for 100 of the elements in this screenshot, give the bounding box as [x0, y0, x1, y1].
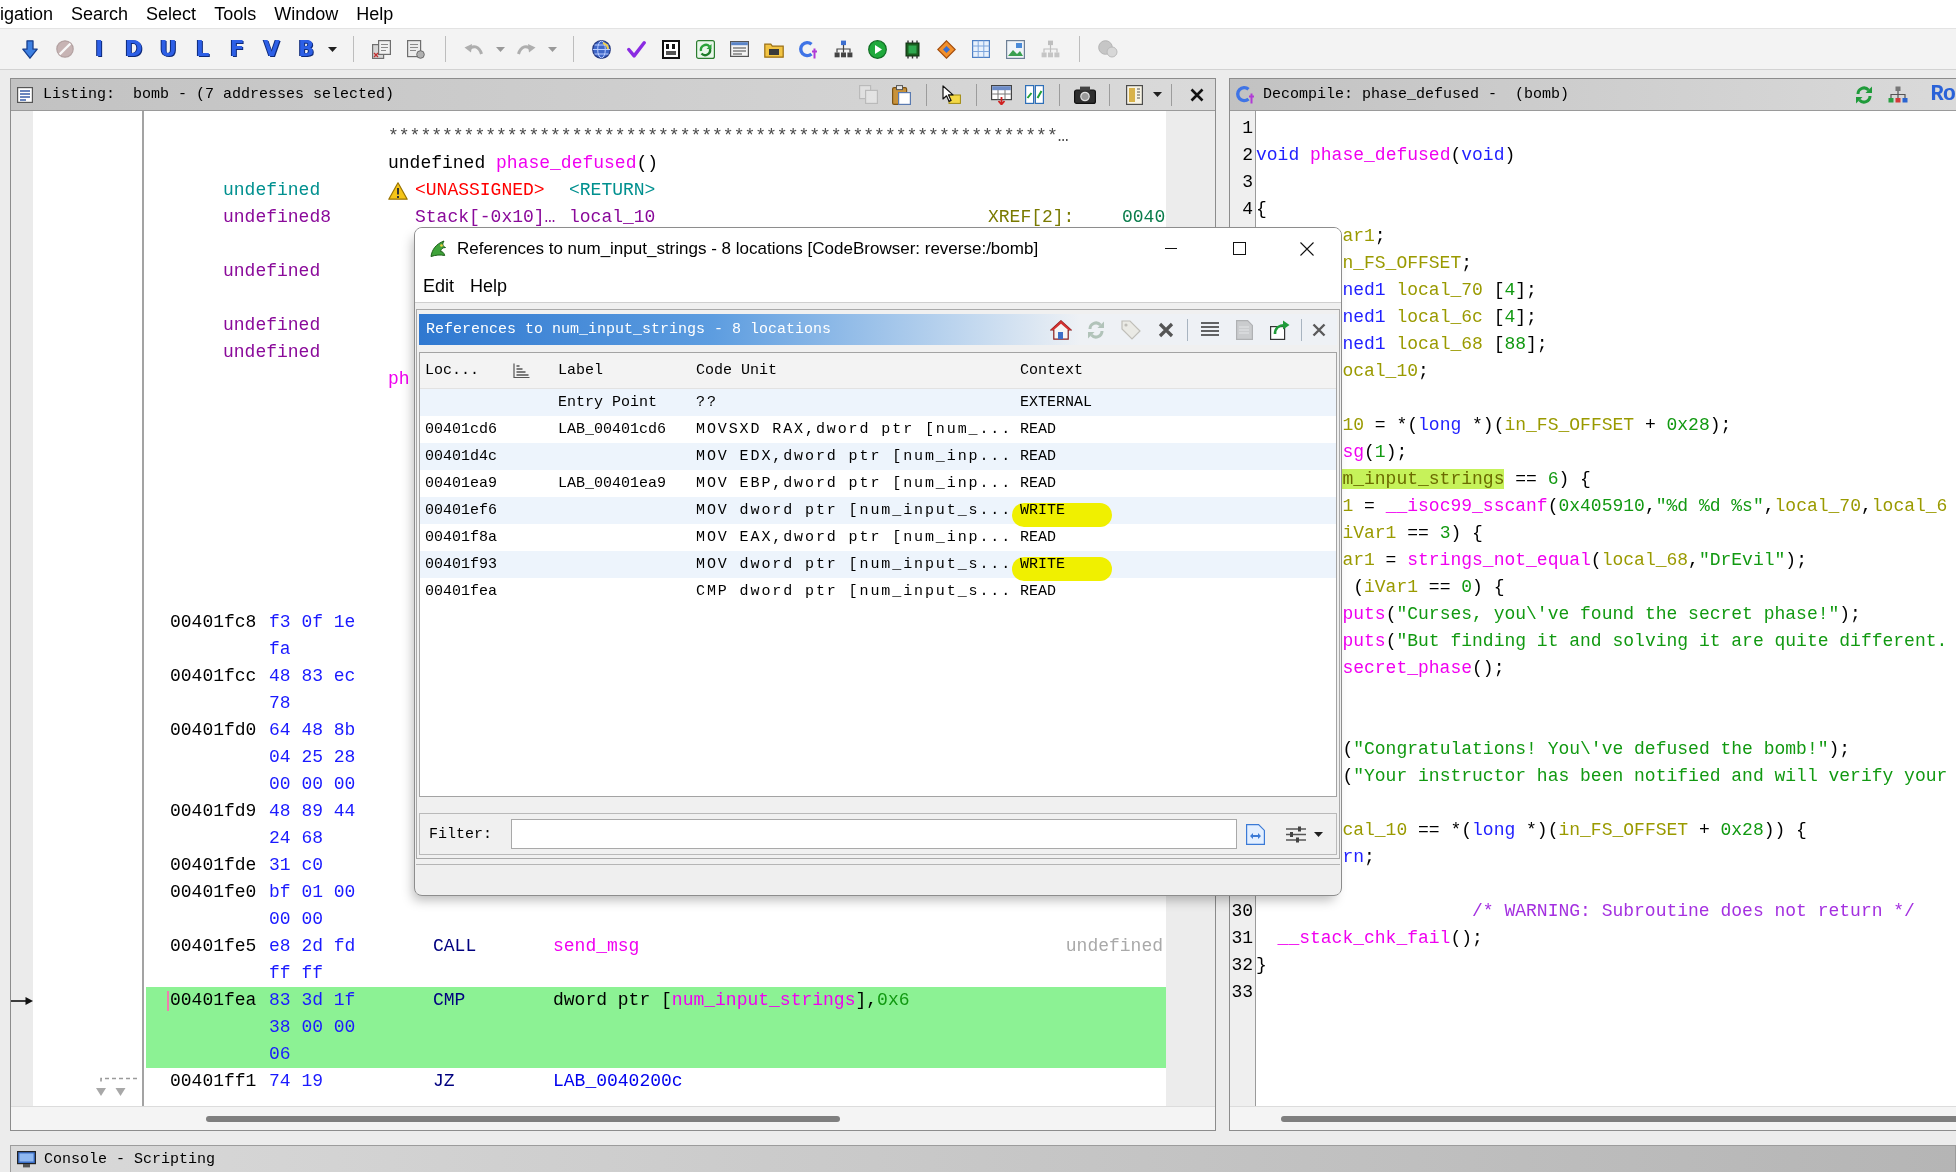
code-line: ned1 local_68 [88];: [1342, 333, 1548, 356]
panel-title: References to num_input_strings - 8 locations: [426, 321, 832, 338]
column-header[interactable]: Context: [1020, 362, 1083, 379]
code-line: {: [1256, 198, 1267, 221]
recycle-icon: [695, 39, 715, 59]
function-signature: undefined phase_defused(): [388, 152, 659, 175]
context-cell: READ: [1020, 529, 1056, 546]
byte-values: e8 2d fd: [269, 935, 356, 958]
address: 00401fd0: [170, 719, 257, 742]
code-line: cal_10 == *(long *)(in_FS_OFFSET + 0x28)) {: [1342, 819, 1807, 842]
context-cell: WRITE: [1020, 556, 1065, 573]
menu-item[interactable]: Search: [62, 1, 138, 27]
toolbar-button[interactable]: D: [116, 33, 151, 65]
mnemonic: JZ: [433, 1070, 455, 1093]
hierarchy-icon: [1887, 86, 1908, 103]
location-cell: 00401f8a: [425, 529, 497, 546]
code-line: }: [1256, 954, 1267, 977]
label-cell: LAB_00401cd6: [558, 421, 667, 438]
code-unit-cell: MOV dword ptr [num_input_s...: [696, 556, 1013, 573]
mnemonic: CALL: [433, 935, 477, 958]
column-header[interactable]: Code Unit: [696, 362, 777, 379]
byte-values: 00 00 00: [269, 773, 356, 796]
menu-item[interactable]: Select: [137, 1, 206, 27]
toolbar-button[interactable]: Ro: [1930, 80, 1955, 109]
scrollbar-thumb[interactable]: [206, 1115, 840, 1122]
table-row[interactable]: 00401d4c MOV EDX,dword ptr [num_inp... READ: [420, 443, 1336, 470]
code-line: void phase_defused(void): [1256, 144, 1516, 167]
menu-item[interactable]: Edit: [415, 272, 463, 299]
code-unit-cell: MOV EDX,dword ptr [num_inp...: [696, 448, 1013, 465]
code-unit-cell: MOV EAX,dword ptr [num_inp...: [696, 529, 1013, 546]
menu-item[interactable]: igation: [0, 1, 63, 27]
scrollbar[interactable]: [1230, 1106, 1956, 1130]
export-icon: [1269, 319, 1290, 340]
table-row[interactable]: 00401ea9 LAB_00401ea9 MOV EBP,dword ptr [num_inp... READ: [420, 470, 1336, 497]
byte-values: 38 00 00: [269, 1016, 356, 1039]
byte-values: f3 0f 1e: [269, 611, 356, 634]
line-number: 32: [1231, 954, 1253, 977]
filter-field[interactable]: [511, 819, 1237, 849]
code-line: ar1 = strings_not_equal(local_68,"DrEvil");: [1342, 549, 1807, 572]
context-cell: READ: [1020, 421, 1056, 438]
code-line: __stack_chk_fail();: [1277, 927, 1483, 950]
toolbar-button[interactable]: I: [82, 33, 117, 65]
byte-values: 78: [269, 692, 291, 715]
table-header-icon: [991, 84, 1012, 105]
toolbar-button[interactable]: B: [289, 33, 324, 65]
toolbar-button[interactable]: U: [151, 33, 186, 65]
location-cell: 00401ef6: [425, 502, 497, 519]
toolbar-button[interactable]: L: [185, 33, 220, 65]
table-row[interactable]: 00401fea CMP dword ptr [num_input_s... READ: [420, 578, 1336, 605]
address: 00401fc8: [170, 611, 257, 634]
table-row[interactable]: 00401f93 MOV dword ptr [num_input_s... WRITE: [420, 551, 1336, 578]
redo-icon: [516, 42, 536, 56]
column-header[interactable]: Label: [558, 362, 603, 379]
address: 00401fde: [170, 854, 257, 877]
context-cell: READ: [1020, 448, 1056, 465]
pages-icon: [372, 39, 392, 59]
code-line: sg(1);: [1342, 441, 1408, 464]
context-cell: READ: [1020, 583, 1056, 600]
menu-item[interactable]: Help: [462, 272, 516, 299]
arc-icon: [1236, 85, 1255, 104]
code-unit-cell: MOV EBP,dword ptr [num_inp...: [696, 475, 1013, 492]
data-type: undefined: [223, 179, 321, 202]
play-icon: [868, 39, 888, 59]
storage-location: <UNASSIGNED>: [415, 179, 545, 202]
menu-item[interactable]: Tools: [205, 1, 266, 27]
code-line: 10 = *(long *)(in_FS_OFFSET + 0x28);: [1342, 414, 1732, 437]
table-row[interactable]: Entry Point ?? EXTERNAL: [420, 389, 1336, 416]
byte-values: ff ff: [269, 962, 323, 985]
table-row[interactable]: 00401ef6 MOV dword ptr [num_input_s... WRITE: [420, 497, 1336, 524]
bubble-icon: [1097, 40, 1118, 58]
cursor-icon: [942, 85, 961, 104]
toolbar-button[interactable]: V: [254, 33, 289, 65]
lines-icon: [1200, 322, 1219, 337]
refresh-icon: [1853, 84, 1874, 105]
location-cell: 00401cd6: [425, 421, 497, 438]
house-icon: [1049, 319, 1072, 340]
byte-values: 64 48 8b: [269, 719, 356, 742]
monitor-icon: [17, 1150, 36, 1168]
operand: LAB_0040200c: [553, 1070, 683, 1093]
undo-icon: [464, 42, 484, 56]
table-row[interactable]: 00401cd6 LAB_00401cd6 MOVSXD RAX,dword ptr [num_... READ: [420, 416, 1336, 443]
arc-icon: [799, 39, 819, 59]
clipboard-icon: [892, 84, 911, 105]
filter-label: Filter:: [429, 825, 492, 843]
toolbar-button[interactable]: F: [220, 33, 255, 65]
console-tab[interactable]: Console - Scripting: [10, 1145, 1956, 1172]
address: 00401fe5: [170, 935, 257, 958]
column-header[interactable]: Loc...: [425, 362, 479, 379]
scrollbar[interactable]: [11, 1106, 1215, 1130]
hierarchy-icon: [1040, 40, 1060, 58]
table-row[interactable]: 00401f8a MOV EAX,dword ptr [num_inp... READ: [420, 524, 1336, 551]
location-cell: 00401ea9: [425, 475, 497, 492]
address: 00401fcc: [170, 665, 257, 688]
down-arrow-icon: [22, 39, 39, 59]
menu-item[interactable]: Help: [347, 1, 403, 27]
asterisk-divider: **************************************************************…: [388, 125, 1069, 148]
byte-values: 83 3d 1f: [269, 989, 356, 1012]
scrollbar-thumb[interactable]: [1281, 1115, 1956, 1122]
delete-icon: [1157, 321, 1174, 338]
menu-item[interactable]: Window: [265, 1, 348, 27]
